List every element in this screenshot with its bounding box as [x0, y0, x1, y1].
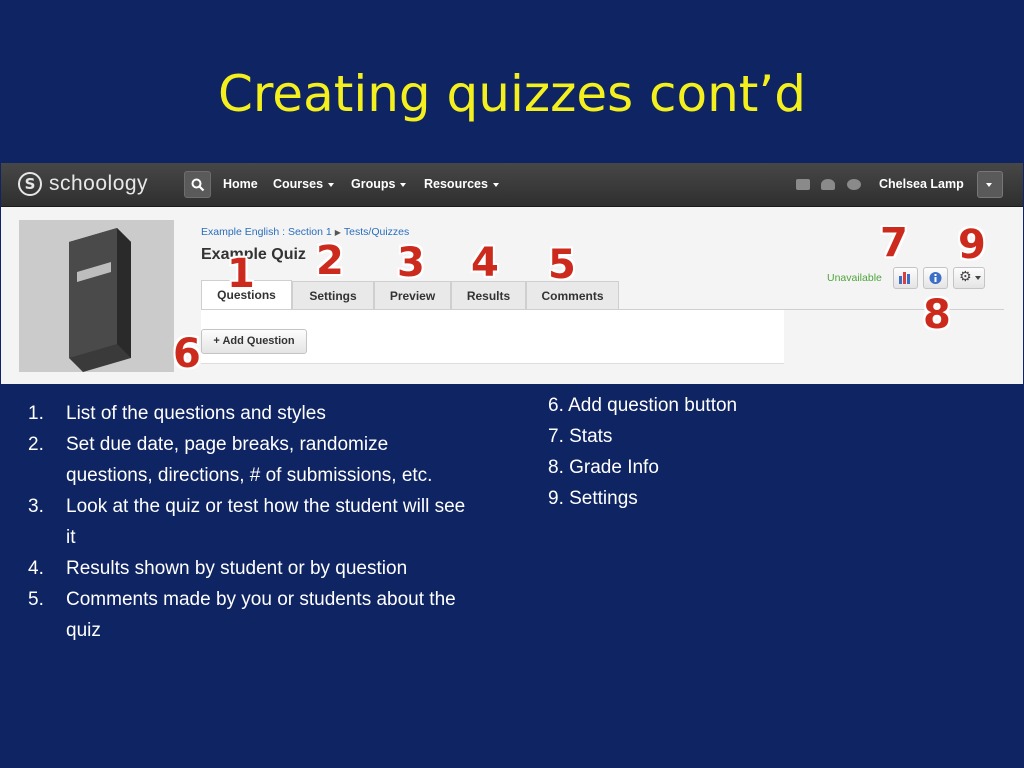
list-text: Set due date, page breaks, randomize que… [66, 434, 433, 486]
chevron-down-icon [400, 182, 407, 187]
nav-resources[interactable]: Resources [424, 177, 499, 191]
schoology-logo-icon[interactable]: S [18, 172, 42, 196]
notification-icon[interactable] [847, 179, 861, 190]
stats-button[interactable] [893, 267, 918, 289]
list-item: 3. Look at the quiz or test how the stude… [22, 491, 472, 553]
chevron-down-icon [986, 183, 992, 187]
nav-home-label: Home [223, 177, 258, 191]
status-badge: Unavailable [827, 272, 882, 284]
list-item: 4. Results shown by student or by questio… [22, 553, 472, 584]
settings-button[interactable]: ⚙ [953, 267, 985, 289]
list-text: Comments made by you or students about t… [66, 589, 456, 641]
list-item: 1. List of the questions and styles [22, 398, 472, 429]
chevron-down-icon [328, 182, 335, 187]
list-number: 3. [28, 496, 44, 517]
add-question-button[interactable]: + Add Question [201, 329, 307, 354]
marker-5: 5 [548, 242, 576, 288]
grade-info-button[interactable] [923, 267, 948, 289]
breadcrumb-separator-icon: ▶ [334, 228, 341, 237]
list-number: 1. [28, 403, 44, 424]
marker-4: 4 [471, 240, 499, 286]
search-button[interactable] [184, 171, 211, 198]
quiz-image [19, 220, 174, 372]
search-icon [191, 178, 205, 192]
nav-home[interactable]: Home [223, 177, 258, 191]
list-number: 4. [28, 558, 44, 579]
slide-title: Creating quizzes cont’d [217, 65, 807, 123]
user-name[interactable]: Chelsea Lamp [879, 177, 964, 191]
marker-6: 6 [173, 331, 201, 377]
marker-1: 1 [227, 251, 255, 297]
marker-2: 2 [316, 238, 344, 284]
nav-groups[interactable]: Groups [351, 177, 407, 191]
nav-courses-label: Courses [273, 177, 324, 191]
list-number: 2. [28, 434, 44, 455]
chevron-down-icon [492, 182, 499, 187]
nav-resources-label: Resources [424, 177, 488, 191]
marker-9: 9 [958, 222, 986, 268]
mail-icon[interactable] [796, 179, 810, 190]
notes-left-list: 1. List of the questions and styles 2. Set… [22, 398, 472, 646]
list-item: 5. Comments made by you or students about… [22, 584, 472, 646]
list-text: Look at the quiz or test how the student… [66, 496, 466, 548]
marker-8: 8 [923, 292, 951, 338]
tab-settings[interactable]: Settings [292, 281, 374, 309]
list-item: 2. Set due date, page breaks, randomize q… [22, 429, 472, 491]
list-item: 8. Grade Info [548, 457, 659, 478]
stats-icon [899, 272, 910, 284]
app-screenshot: S schoology Home Courses Groups Resource… [1, 163, 1023, 384]
marker-3: 3 [397, 240, 425, 286]
gear-icon: ⚙ [959, 269, 972, 285]
notes-right-list: 6. Add question button 7. Stats 8. Grade… [548, 390, 737, 514]
list-text: List of the questions and styles [66, 403, 326, 424]
breadcrumb-tests-link[interactable]: Tests/Quizzes [344, 226, 409, 238]
info-icon [929, 272, 942, 284]
chevron-down-icon [975, 276, 981, 280]
marker-7: 7 [880, 220, 908, 266]
list-text: Results shown by student or by question [66, 558, 408, 579]
top-navigation-bar: S schoology Home Courses Groups Resource… [1, 163, 1023, 207]
book-icon [69, 228, 131, 372]
brand-logo-text[interactable]: schoology [49, 172, 148, 196]
list-item: 9. Settings [548, 488, 638, 509]
list-item: 7. Stats [548, 426, 613, 447]
breadcrumb: Example English : Section 1 ▶ Tests/Quizze… [201, 226, 409, 238]
list-item: 6. Add question button [548, 395, 738, 416]
list-number: 5. [28, 589, 44, 610]
breadcrumb-course-link[interactable]: Example English : Section 1 [201, 226, 332, 238]
user-menu-button[interactable] [977, 171, 1003, 198]
nav-courses[interactable]: Courses [273, 177, 335, 191]
people-icon[interactable] [821, 179, 835, 190]
nav-groups-label: Groups [351, 177, 396, 191]
